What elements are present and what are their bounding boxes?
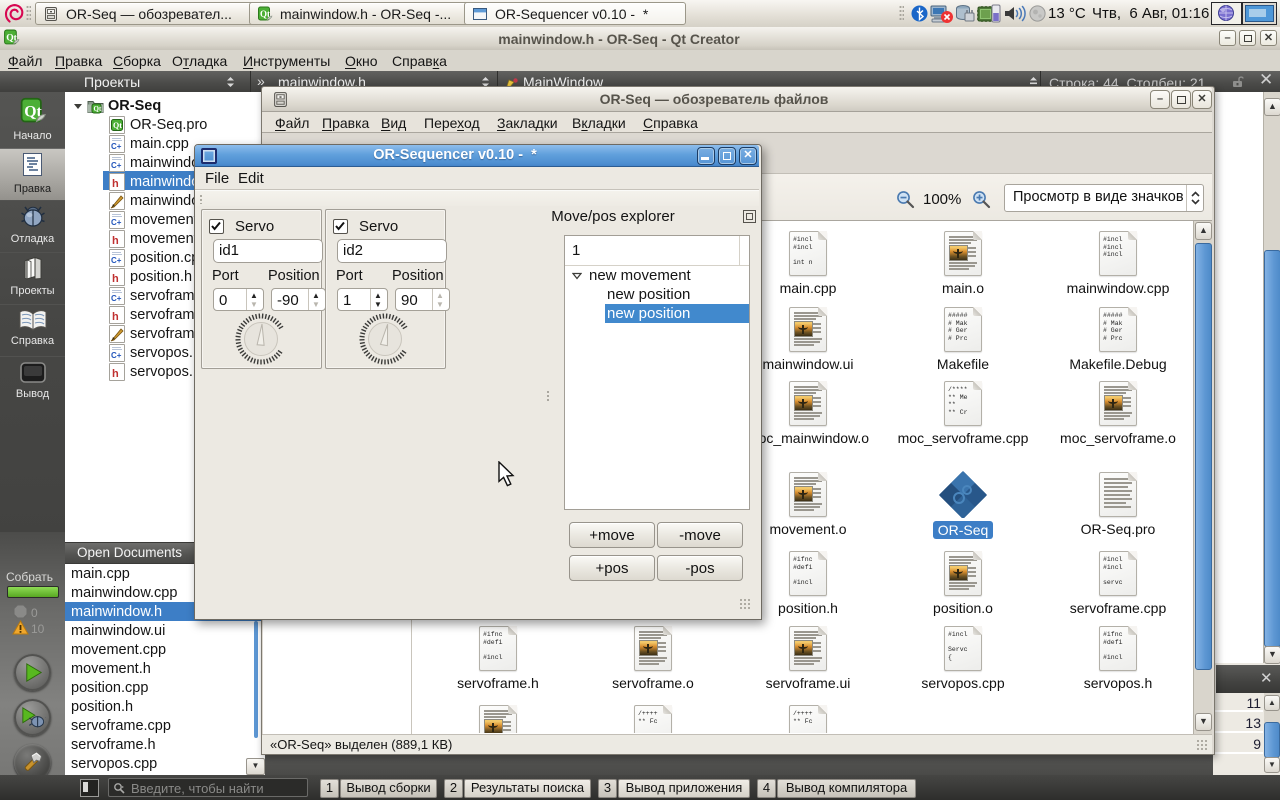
svg-text:Qt: Qt <box>94 105 102 113</box>
svg-text:Qt: Qt <box>113 121 122 130</box>
